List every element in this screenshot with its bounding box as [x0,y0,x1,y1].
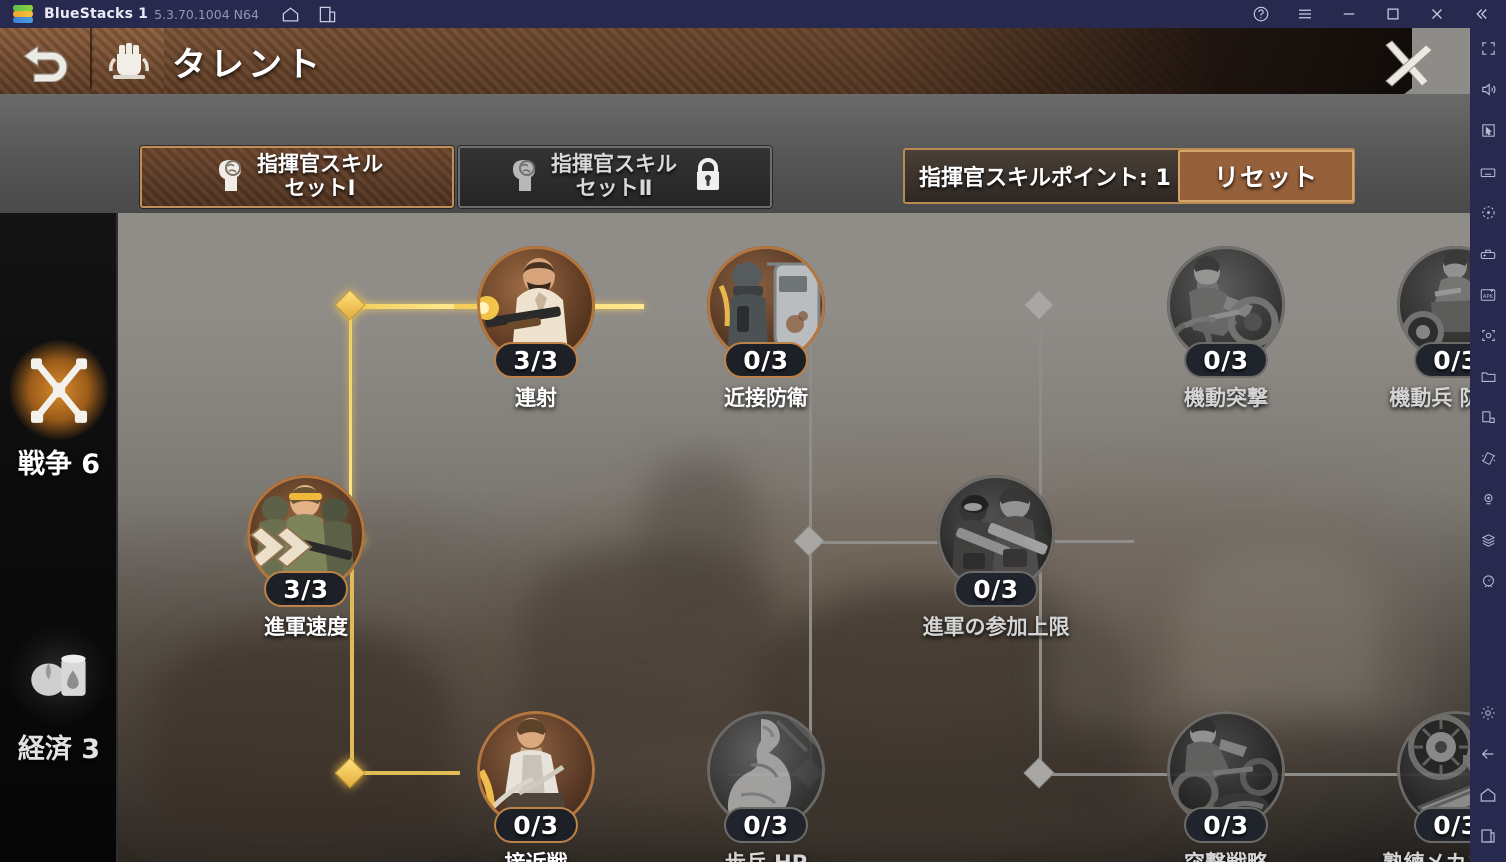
oil-barrel-icon [9,625,109,725]
cursor-icon[interactable] [1470,110,1506,151]
skill-name: 機動突撃 [1184,386,1268,410]
folder-icon[interactable] [1470,356,1506,397]
skill-point-panel: 指揮官スキルポイント: 1 リセット [903,148,1355,204]
skill-name: 機動兵 防御力 [1389,386,1470,410]
home-icon[interactable] [1470,774,1506,815]
close-panel-button[interactable] [1376,40,1436,88]
edge-locked [809,541,939,544]
skill-node-shingunsokudo[interactable]: 3/3 進軍速度 [241,475,371,641]
fist-icon [94,28,164,94]
bluestacks-titlebar: BlueStacks 1 5.3.70.1004 N64 [0,0,1506,28]
skill-name: 連射 [515,386,557,410]
reset-button[interactable]: リセット [1178,150,1354,202]
fullscreen-icon[interactable] [1470,28,1506,69]
brain-head-icon [505,155,545,199]
category-economy[interactable]: 経済 3 [0,625,118,766]
category-label: 経済 3 [17,734,101,765]
skill-node-sankajougen[interactable]: 0/3 進軍の参加上限 [923,475,1070,641]
skill-name: 近接防衛 [724,386,808,410]
tab-commander-skill-set-1[interactable]: 指揮官スキル セットⅠ [140,146,454,208]
category-label: 戦争 6 [17,449,101,480]
skill-name: 進軍の参加上限 [922,615,1070,639]
skill-node-rensha[interactable]: 3/3 連射 [471,246,601,412]
multi-instance-icon[interactable] [318,5,337,24]
menu-icon[interactable] [1296,5,1314,23]
layers-icon[interactable] [1470,520,1506,561]
skill-node-totsugekisenryaku[interactable]: 0/3 突撃戦略 [1161,711,1291,862]
skill-level-badge: 3/3 [264,571,348,607]
skill-level-badge: 0/3 [954,571,1038,607]
skill-node-kinsetsubouei[interactable]: 0/3 近接防衛 [701,246,831,412]
skill-name: 熟練メカニック [1383,847,1471,862]
skill-level-badge: 0/3 [1414,807,1470,843]
skill-level-badge: 0/3 [1414,342,1470,378]
skill-name: 進軍速度 [264,615,348,639]
volume-icon[interactable] [1470,69,1506,110]
home-icon[interactable] [281,5,300,24]
skill-level-badge: 3/3 [494,342,578,378]
skill-level-badge: 0/3 [1184,342,1268,378]
skill-level-badge: 0/3 [1184,807,1268,843]
skill-node-hoheihp[interactable]: 0/3 歩兵 HP [701,711,831,862]
settings-gear-icon[interactable] [1470,692,1506,733]
skill-node-kidoutotsugeki[interactable]: 0/3 機動突撃 [1161,246,1291,412]
junction-diamond [1023,757,1055,789]
skill-level-badge: 0/3 [724,342,808,378]
skill-tree: 3/3 連射 0/3 近接防衛 3/3 進軍速度 0/3 0/3 0/3 進軍の… [118,213,1470,862]
back-icon[interactable] [1470,733,1506,774]
skill-point-label: 指揮官スキルポイント: 1 [919,166,1171,191]
tab-label-line2: セットⅡ [575,176,653,200]
recents-icon[interactable] [1470,815,1506,856]
svg-text:APK: APK [1483,294,1494,300]
rotate-icon[interactable] [1470,192,1506,233]
bluestacks-tool-rail: APK [1470,28,1506,862]
back-button[interactable] [0,28,92,94]
bluestacks-logo-icon [12,3,34,25]
edge-locked [1049,540,1134,543]
crossed-rifles-icon [9,340,109,440]
tab-label-line1: 指揮官スキル [257,152,383,177]
tab-label-line1: 指揮官スキル [551,152,677,177]
shake-icon[interactable] [1470,438,1506,479]
help-icon[interactable] [1252,5,1270,23]
keyboard-icon[interactable] [1470,151,1506,192]
skill-node-kidouheibougyo[interactable]: 0/3 機動兵 防御力 [1389,246,1470,412]
skill-name: 接近戦 [505,847,568,862]
skill-name: 突撃戦略 [1184,847,1268,862]
maximize-icon[interactable] [1384,5,1402,23]
bluestacks-window: BlueStacks 1 5.3.70.1004 N64 APK 戦争 6 経済… [0,0,1506,862]
skill-level-badge: 0/3 [494,807,578,843]
tab-commander-skill-set-2[interactable]: 指揮官スキル セットⅡ [458,146,772,208]
apk-install-icon[interactable]: APK [1470,274,1506,315]
padlock-icon [691,156,725,198]
app-version: 5.3.70.1004 N64 [154,6,259,22]
skill-name: 歩兵 HP [725,847,807,862]
app-name: BlueStacks 1 [44,6,149,22]
game-header: タレント [0,28,1470,98]
page-title: タレント [172,44,324,85]
close-icon[interactable] [1428,5,1446,23]
skill-node-jukurenmechanic[interactable]: 0/3 熟練メカニック [1383,711,1470,862]
junction-diamond [1023,289,1055,321]
junction-diamond [793,525,825,557]
skill-level-badge: 0/3 [724,807,808,843]
minimize-icon[interactable] [1340,5,1358,23]
junction-diamond-unlocked [334,289,366,321]
brain-head-icon [211,155,251,199]
collapse-icon[interactable] [1472,5,1490,23]
skill-node-sekkinsen[interactable]: 0/3 接近戦 [471,711,601,862]
tab-label-line2: セットⅠ [284,176,356,200]
edge-unlocked [350,771,460,775]
meter-icon[interactable] [1470,561,1506,602]
screenshot-icon[interactable] [1470,315,1506,356]
category-war[interactable]: 戦争 6 [0,340,118,481]
game-viewport: 戦争 6 経済 3 3/3 連射 0/3 近接防衛 3/3 進軍速度 0/3 0… [0,28,1470,862]
location-icon[interactable] [1470,479,1506,520]
junction-diamond-unlocked [334,757,366,789]
copy-instance-icon[interactable] [1470,397,1506,438]
category-rail: 戦争 6 経済 3 [0,185,118,862]
gamepad-icon[interactable] [1470,233,1506,274]
